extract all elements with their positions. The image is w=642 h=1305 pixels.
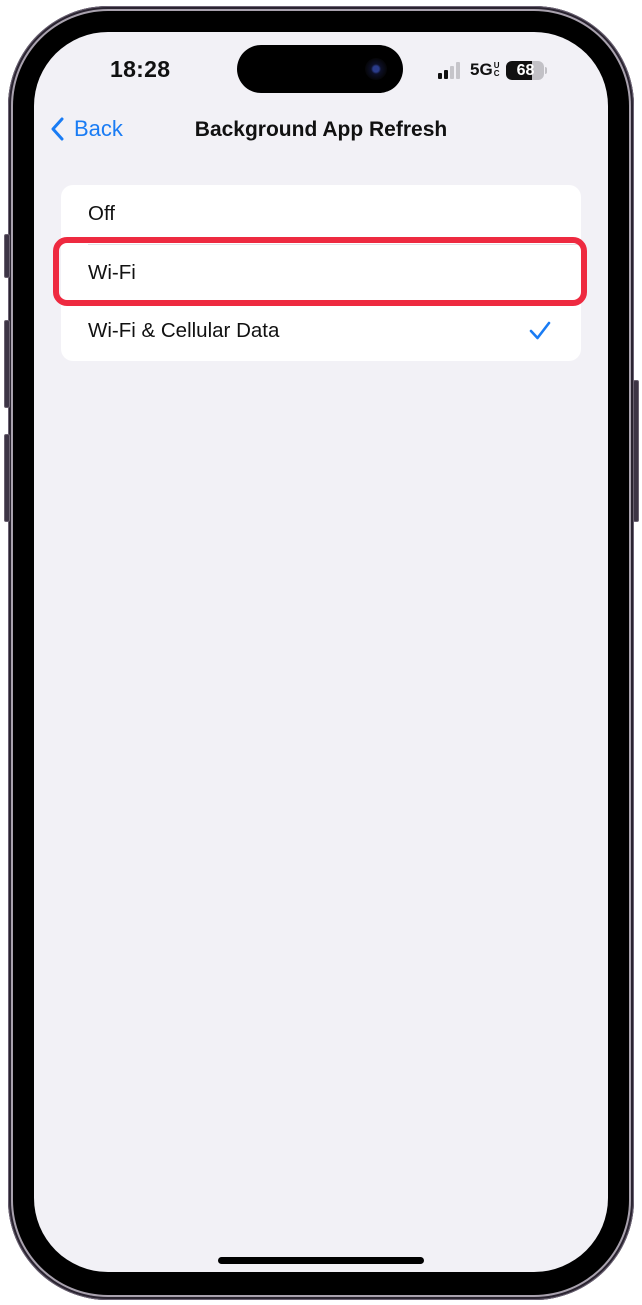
back-label: Back — [74, 116, 123, 141]
network-suffix-bottom: C — [493, 69, 500, 78]
navigation-bar: Background App Refresh Back — [34, 112, 608, 152]
status-time: 18:28 — [110, 56, 171, 82]
signal-bar — [438, 72, 442, 79]
option-wifi-cellular[interactable]: Wi-Fi & Cellular Data — [61, 302, 581, 361]
refresh-options-list: Off Wi-Fi Wi-Fi & Cellular Data — [61, 185, 581, 361]
screen: 18:28 5G U C 68 Background App Refresh B… — [34, 32, 608, 1272]
front-camera-icon — [365, 58, 387, 80]
option-wifi[interactable]: Wi-Fi — [61, 243, 581, 303]
cellular-signal-icon — [438, 61, 460, 79]
chevron-left-icon — [51, 117, 64, 141]
home-indicator[interactable] — [218, 1257, 424, 1264]
battery-tip — [545, 66, 548, 74]
battery-icon: 68 — [506, 60, 545, 80]
network-type: 5G U C — [470, 60, 499, 80]
battery-percent: 68 — [516, 61, 535, 79]
volume-down-button — [4, 434, 10, 522]
signal-bar — [456, 61, 460, 79]
network-label: 5G — [470, 60, 493, 79]
action-button — [4, 234, 10, 278]
back-button[interactable]: Back — [50, 116, 123, 142]
dynamic-island — [237, 45, 403, 93]
power-button — [633, 380, 639, 522]
status-indicators: 5G U C 68 — [438, 59, 548, 81]
option-label: Off — [88, 202, 115, 226]
option-off[interactable]: Off — [61, 185, 581, 244]
volume-up-button — [4, 320, 10, 408]
signal-bar — [450, 65, 454, 79]
option-label: Wi-Fi & Cellular Data — [88, 319, 280, 343]
signal-bar — [444, 69, 448, 79]
checkmark-icon — [529, 321, 551, 340]
option-label: Wi-Fi — [88, 260, 136, 284]
network-suffix: U C — [494, 62, 500, 78]
